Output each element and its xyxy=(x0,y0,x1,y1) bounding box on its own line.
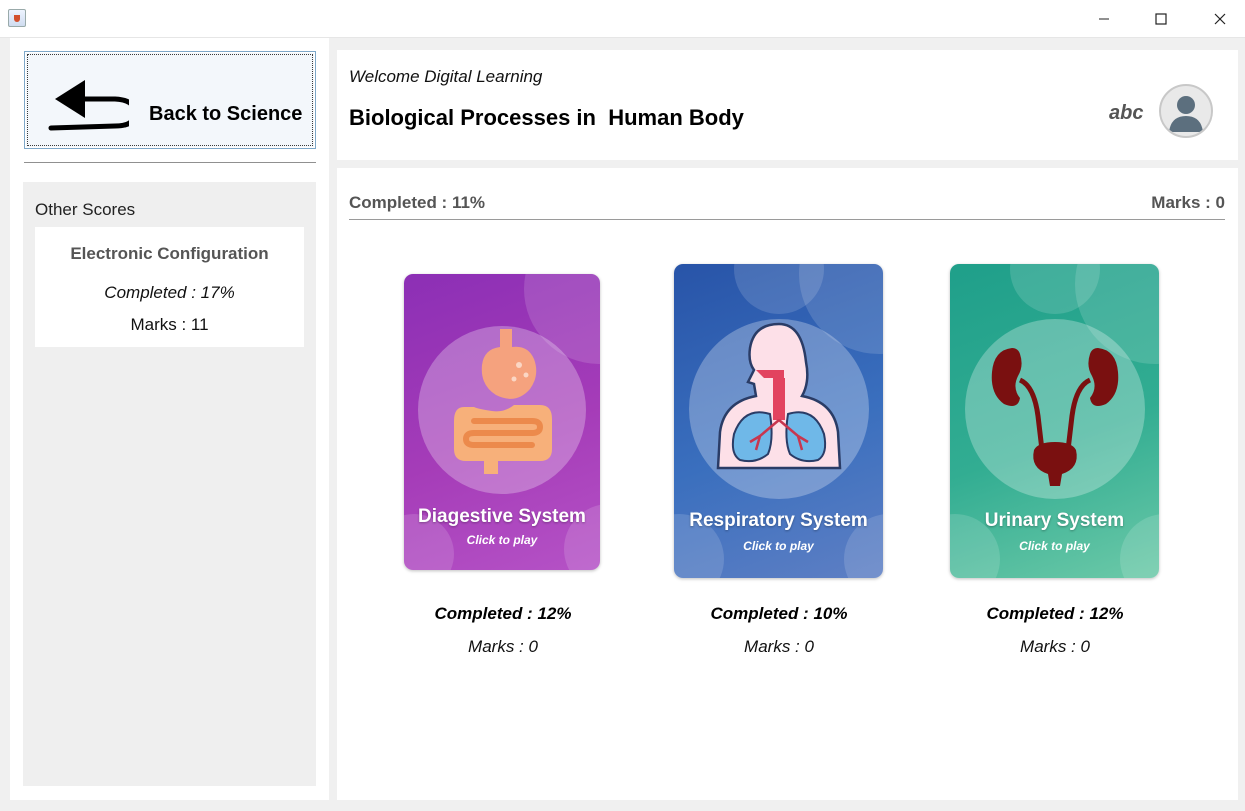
topic-card-digestive-system[interactable]: Diagestive System Click to play xyxy=(404,274,600,570)
topic-card-title: Urinary System xyxy=(984,510,1125,531)
page-title: Biological Processes in Human Body xyxy=(349,105,744,130)
header-panel: Welcome Digital Learning Biological Proc… xyxy=(337,50,1238,160)
urinary-system-icon xyxy=(991,348,1119,486)
back-button-label: Back to Science xyxy=(149,103,303,125)
overall-marks: Marks : 0 xyxy=(1151,193,1225,212)
minimize-icon xyxy=(1099,18,1109,20)
avatar[interactable] xyxy=(1159,84,1213,138)
left-panel: Back to Science Other Scores Electronic … xyxy=(10,38,329,800)
maximize-icon xyxy=(1155,13,1167,25)
score-card-completed: Completed : 17% xyxy=(104,283,235,302)
title-bar xyxy=(0,0,1245,38)
user-avatar-icon xyxy=(1169,96,1203,132)
topic-marks-digestive: Marks : 0 xyxy=(468,637,538,656)
topic-completed-digestive: Completed : 12% xyxy=(434,604,572,623)
sidebar-divider xyxy=(24,162,316,163)
welcome-text: Welcome Digital Learning xyxy=(349,67,543,86)
digestive-system-icon xyxy=(454,329,552,474)
score-card-marks: Marks : 11 xyxy=(130,315,209,334)
minimize-button[interactable] xyxy=(1081,0,1127,38)
close-icon xyxy=(1214,13,1226,25)
summary-divider xyxy=(349,219,1225,220)
topic-marks-urinary: Marks : 0 xyxy=(1020,637,1090,656)
respiratory-system-icon xyxy=(716,322,842,470)
maximize-button[interactable] xyxy=(1138,0,1184,38)
back-to-science-button[interactable]: Back to Science xyxy=(24,51,316,149)
back-arrow-icon xyxy=(48,80,129,131)
topic-marks-respiratory: Marks : 0 xyxy=(744,637,814,656)
topic-card-subtitle: Click to play xyxy=(1019,539,1090,553)
score-card-title: Electronic Configuration xyxy=(70,244,269,263)
topic-card-respiratory-system[interactable]: Respiratory System Click to play xyxy=(674,264,883,578)
other-scores-title: Other Scores xyxy=(35,200,136,219)
topic-completed-urinary: Completed : 12% xyxy=(986,604,1124,623)
other-scores-panel: Other Scores Electronic Configuration Co… xyxy=(23,182,316,786)
topic-completed-respiratory: Completed : 10% xyxy=(710,604,848,623)
score-card-electronic-configuration: Electronic Configuration Completed : 17%… xyxy=(35,227,304,347)
topic-card-title: Diagestive System xyxy=(418,506,586,527)
topic-card-subtitle: Click to play xyxy=(743,539,814,553)
java-app-icon xyxy=(8,9,26,27)
overall-completed: Completed : 11% xyxy=(349,193,486,212)
topic-card-title: Respiratory System xyxy=(689,510,868,531)
topic-card-urinary-system[interactable]: Urinary System Click to play xyxy=(950,264,1159,578)
topic-card-subtitle: Click to play xyxy=(466,533,538,547)
main-panel: Completed : 11% Marks : 0 Diagestive Sys… xyxy=(337,168,1238,800)
username: abc xyxy=(1109,102,1144,124)
close-button[interactable] xyxy=(1197,0,1243,38)
